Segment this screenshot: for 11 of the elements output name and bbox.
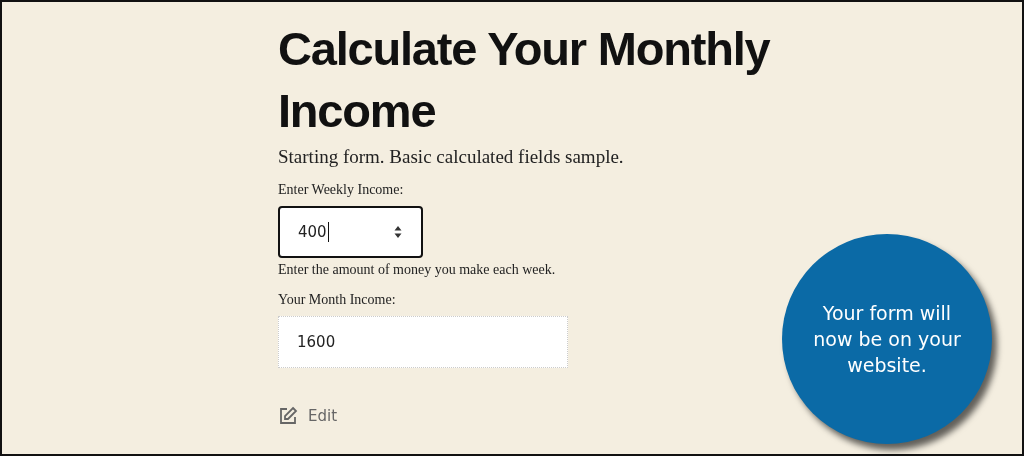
edit-icon xyxy=(278,406,298,426)
spinner-icon[interactable] xyxy=(393,224,403,240)
field-help: Enter the amount of money you make each week. xyxy=(278,262,557,278)
page-title: Calculate Your Monthly Income xyxy=(278,21,772,139)
result-field: 1600 xyxy=(278,316,568,368)
field-label: Enter Weekly Income: xyxy=(278,182,405,198)
callout-text: Your form will now be on your website. xyxy=(812,301,962,378)
form-description: Starting form. Basic calculated fields sample. xyxy=(278,146,625,168)
field-label: Your Month Income: xyxy=(278,292,397,308)
edit-link[interactable]: Edit xyxy=(278,406,338,426)
number-field[interactable]: 400 xyxy=(278,206,423,258)
